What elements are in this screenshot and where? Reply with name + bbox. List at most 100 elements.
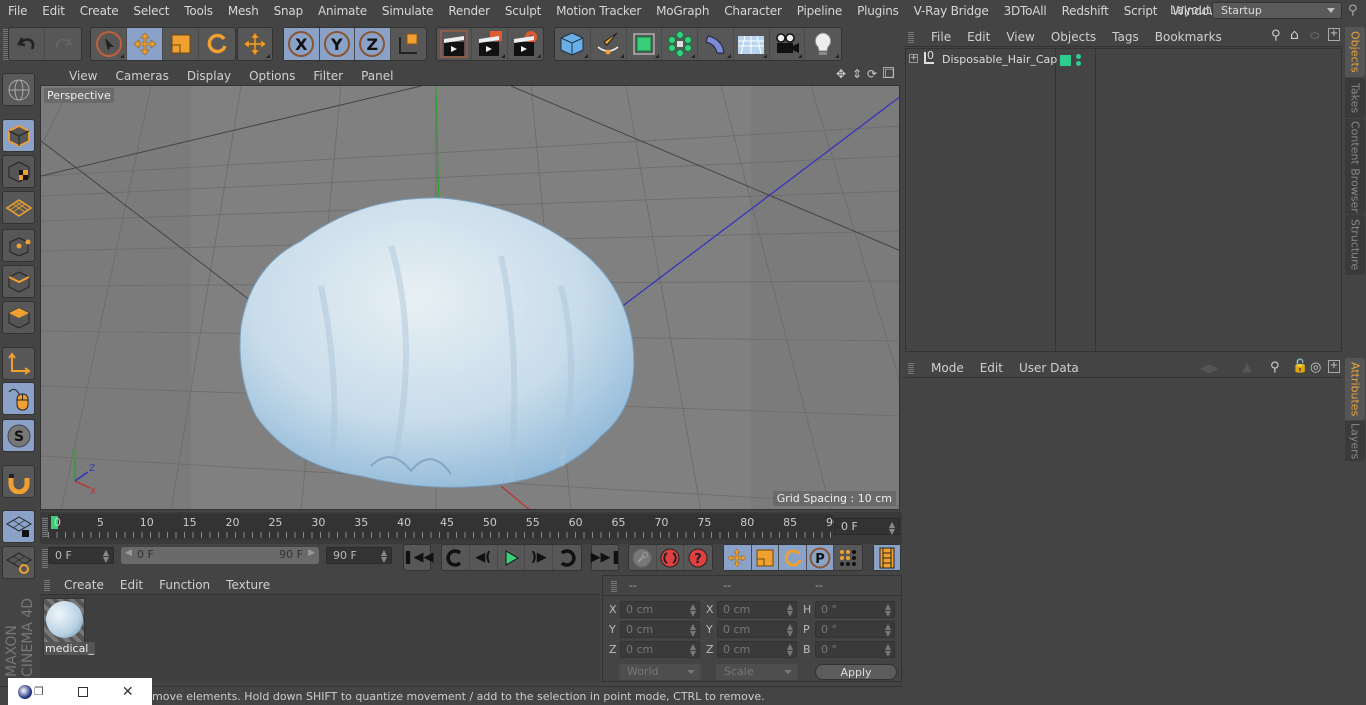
position-key-button[interactable] (724, 545, 752, 570)
snapping-button[interactable] (2, 465, 35, 498)
expand-icon[interactable]: + (909, 54, 918, 63)
tab-objects[interactable]: Objects (1345, 27, 1365, 77)
live-selection-button[interactable] (91, 28, 127, 60)
camera-button[interactable] (770, 28, 806, 60)
search-icon[interactable]: ⚲ (1270, 360, 1280, 375)
menu-select[interactable]: Select (125, 4, 176, 18)
rotation-p-field[interactable]: 0 ° ▲ ▼ (815, 621, 895, 638)
spinner-icon[interactable]: ▲ ▼ (885, 603, 891, 618)
menu-simulate[interactable]: Simulate (374, 4, 440, 18)
model-mode-button[interactable] (2, 73, 35, 106)
menu-script[interactable]: Script (1116, 4, 1165, 18)
point-level-animation-button[interactable] (834, 545, 862, 570)
spinner-icon[interactable]: ▲ ▼ (787, 603, 793, 618)
spinner-icon[interactable]: ▲ ▼ (787, 643, 793, 658)
menu-create[interactable]: Create (72, 4, 126, 18)
pan-view-icon[interactable]: ✥ (836, 67, 846, 81)
locked-workplane-button[interactable] (2, 510, 35, 543)
menu-motion-tracker[interactable]: Motion Tracker (548, 4, 648, 18)
menu-snap[interactable]: Snap (266, 4, 310, 18)
size-z-field[interactable]: 0 cm ▲ ▼ (717, 641, 797, 658)
search-icon[interactable]: ⚲ (1271, 28, 1281, 43)
materials-menu-texture[interactable]: Texture (218, 578, 278, 592)
floor-button[interactable] (734, 28, 770, 60)
material-item[interactable]: medical_ (43, 598, 95, 655)
new-panel-icon[interactable]: + (1328, 28, 1340, 41)
goto-start-button[interactable]: ❚◀◀ (403, 545, 434, 570)
edges-mode-button[interactable] (2, 265, 35, 298)
spinner-icon[interactable]: ▲ ▼ (787, 623, 793, 638)
end-frame-field[interactable]: 90 F ▲ ▼ (326, 547, 392, 564)
spinner-icon[interactable]: ▲ ▼ (103, 549, 109, 564)
menu-plugins[interactable]: Plugins (849, 4, 906, 18)
menu-mograph[interactable]: MoGraph (648, 4, 716, 18)
menu-animate[interactable]: Animate (310, 4, 374, 18)
coordinate-space-select[interactable]: World (619, 664, 701, 680)
planar-workplane-button[interactable] (2, 546, 35, 579)
menu-render[interactable]: Render (440, 4, 497, 18)
parameter-key-button[interactable]: P (806, 545, 835, 570)
layer-color-swatch[interactable] (1060, 55, 1071, 66)
previous-key-button[interactable] (442, 545, 470, 570)
back-arrow-icon[interactable]: ◀▶ (1200, 361, 1218, 375)
next-frame-button[interactable]: )▶ (525, 545, 554, 570)
rotate-view-icon[interactable]: ⟳ (867, 67, 877, 81)
objects-menu-tags[interactable]: Tags (1104, 30, 1147, 44)
materials-menu-edit[interactable]: Edit (112, 578, 151, 592)
recent-move-button[interactable] (238, 28, 272, 60)
tab-structure[interactable]: Structure (1345, 215, 1365, 275)
rotation-b-field[interactable]: 0 ° ▲ ▼ (815, 641, 895, 658)
new-panel-icon[interactable]: + (1328, 360, 1340, 373)
attributes-menu-mode[interactable]: Mode (923, 361, 972, 375)
viewport-menu-view[interactable]: View (60, 69, 106, 83)
attributes-menu-edit[interactable]: Edit (972, 361, 1011, 375)
menu-file[interactable]: File (0, 4, 34, 18)
maximize-icon[interactable] (77, 686, 88, 697)
spinner-icon[interactable]: ▲ ▼ (690, 623, 696, 638)
objects-menu-view[interactable]: View (998, 30, 1042, 44)
viewport-menu-display[interactable]: Display (178, 69, 240, 83)
goto-end-button[interactable]: ▶▶❚ (591, 545, 622, 570)
layout-select[interactable]: Startup (1212, 2, 1342, 19)
objects-menu-file[interactable]: File (923, 30, 959, 44)
up-arrow-icon[interactable]: ▲ (1242, 360, 1252, 375)
pen-spline-button[interactable] (591, 28, 627, 60)
bend-deformer-button[interactable] (698, 28, 734, 60)
menu-sculpt[interactable]: Sculpt (497, 4, 548, 18)
rotation-h-field[interactable]: 0 ° ▲ ▼ (815, 601, 895, 618)
menu-mesh[interactable]: Mesh (220, 4, 266, 18)
search-icon[interactable]: ⚲ (1348, 3, 1358, 18)
timeline-ruler[interactable]: 0 5 10 15 20 25 30 35 40 45 50 55 60 65 70 75 80 85 90 (48, 514, 840, 539)
viewport-menu-filter[interactable]: Filter (304, 69, 352, 83)
render-picture-viewer-button[interactable] (472, 28, 508, 60)
redo-button[interactable] (45, 28, 81, 60)
undo-button[interactable] (9, 28, 45, 60)
position-x-field[interactable]: 0 cm ▲ ▼ (620, 601, 700, 618)
camera-label[interactable]: Perspective (44, 88, 114, 103)
texture-mode-button[interactable] (2, 155, 35, 188)
spinner-icon[interactable]: ▲ ▼ (690, 603, 696, 618)
spinner-icon[interactable]: ▲ ▼ (885, 623, 891, 638)
start-frame-field[interactable]: 0 F ▲ ▼ (48, 547, 114, 564)
scale-key-button[interactable] (751, 545, 780, 570)
restore-icon[interactable]: ❐ (34, 685, 44, 698)
menu-tools[interactable]: Tools (176, 4, 220, 18)
render-view-button[interactable] (437, 28, 473, 60)
solo-mode-button[interactable]: S (2, 419, 35, 452)
menu-redshift[interactable]: Redshift (1054, 4, 1116, 18)
z-axis-lock-button[interactable]: Z (355, 28, 391, 60)
tab-layers[interactable]: Layers (1345, 421, 1365, 461)
materials-menu-function[interactable]: Function (151, 578, 218, 592)
size-x-field[interactable]: 0 cm ▲ ▼ (717, 601, 797, 618)
keyframe-selection-button[interactable]: ? (684, 545, 712, 570)
toggle-view-icon[interactable]: □ (883, 67, 894, 78)
cloner-button[interactable] (662, 28, 698, 60)
record-keys-button[interactable] (629, 545, 657, 570)
lock-icon[interactable]: 🔓 (1292, 359, 1308, 374)
tweak-mode-button[interactable] (2, 382, 35, 415)
x-axis-lock-button[interactable]: X (284, 28, 320, 60)
render-settings-button[interactable] (508, 28, 543, 60)
timeline-window-button[interactable] (874, 545, 900, 570)
y-axis-lock-button[interactable]: Y (319, 28, 355, 60)
objects-menu-edit[interactable]: Edit (959, 30, 998, 44)
